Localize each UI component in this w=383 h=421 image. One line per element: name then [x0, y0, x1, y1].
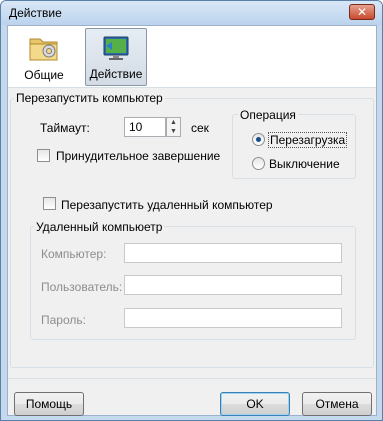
restart-remote-label: Перезапустить удаленный компьютер — [61, 198, 273, 212]
username-input[interactable] — [124, 275, 342, 295]
dialog-window: Действие ✕ Общие Действие Перезапустить … — [0, 0, 383, 421]
folder-gear-icon — [28, 33, 60, 63]
footer-divider — [8, 378, 376, 379]
computer-input[interactable] — [124, 243, 342, 263]
radio-reboot[interactable] — [252, 133, 265, 146]
username-label: Пользователь: — [41, 280, 123, 294]
operation-group-label: Операция — [238, 108, 298, 122]
force-shutdown-checkbox[interactable] — [37, 149, 50, 162]
restart-remote-checkbox[interactable] — [43, 197, 56, 210]
password-label: Пароль: — [41, 313, 86, 327]
restart-group-label: Перезапустить компьютер — [14, 91, 165, 105]
spin-up-icon[interactable]: ▲ — [167, 118, 180, 127]
title-bar[interactable]: Действие ✕ — [1, 1, 382, 25]
spin-down-icon[interactable]: ▼ — [167, 127, 180, 136]
tab-action[interactable]: Действие — [85, 28, 147, 86]
timeout-unit: сек — [191, 121, 209, 135]
monitor-action-icon — [100, 34, 132, 64]
force-shutdown-label: Принудительное завершение — [56, 149, 221, 163]
tab-toolbar: Общие Действие — [8, 26, 376, 88]
computer-label: Компьютер: — [41, 247, 107, 261]
password-input[interactable] — [124, 308, 342, 328]
tab-action-label: Действие — [89, 67, 143, 81]
remote-group-label: Удаленный компьюетр — [34, 220, 165, 234]
tab-general[interactable]: Общие — [13, 28, 75, 86]
timeout-label: Таймаут: — [40, 121, 90, 135]
radio-shutdown[interactable] — [252, 157, 265, 170]
radio-shutdown-label[interactable]: Выключение — [269, 157, 340, 171]
dialog-client-area: Общие Действие Перезапустить компьютер Т… — [7, 25, 377, 416]
help-button[interactable]: Помощь — [14, 392, 84, 416]
window-title: Действие — [9, 6, 62, 20]
radio-reboot-label[interactable]: Перезагрузка — [268, 132, 348, 148]
cancel-button[interactable]: Отмена — [302, 392, 372, 416]
timeout-input[interactable]: 10 — [124, 117, 166, 137]
close-button[interactable]: ✕ — [349, 4, 375, 20]
tab-general-label: Общие — [24, 68, 64, 82]
ok-button[interactable]: OK — [220, 392, 290, 416]
timeout-stepper[interactable]: ▲ ▼ — [166, 117, 181, 137]
